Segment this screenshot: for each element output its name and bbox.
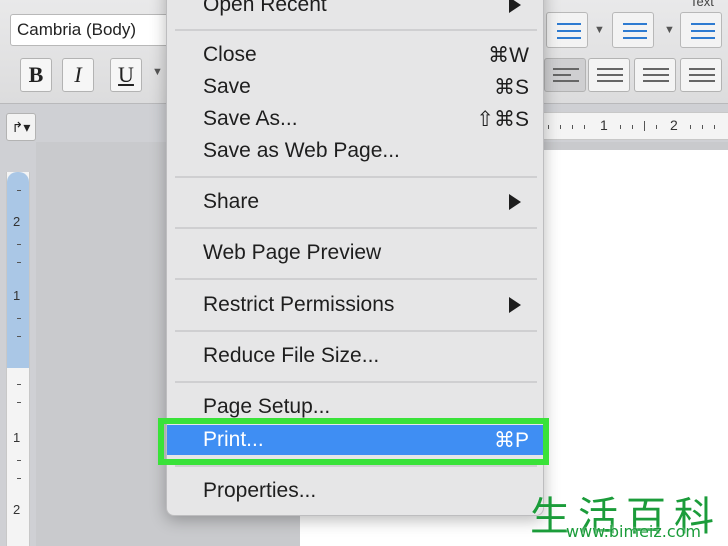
shortcut-label: ⌘W <box>488 44 529 67</box>
ruler-number: 2 <box>13 214 21 229</box>
align-right-button[interactable] <box>634 58 676 92</box>
menu-item-save-as[interactable]: Save As... ⇧⌘S <box>167 104 543 134</box>
menu-separator <box>175 176 537 178</box>
menu-separator <box>175 278 537 280</box>
bold-button[interactable]: B <box>20 58 52 92</box>
horizontal-ruler[interactable]: 1 2 <box>540 112 728 140</box>
submenu-arrow-icon <box>509 297 521 313</box>
menu-separator <box>175 29 537 31</box>
ruler-number: 1 <box>600 117 608 133</box>
multilevel-list-button[interactable] <box>680 12 722 48</box>
menu-separator <box>175 465 537 467</box>
bullets-button[interactable] <box>546 12 588 48</box>
watermark-url: www.bimeiz.com <box>566 522 702 541</box>
chevron-down-icon[interactable]: ▼ <box>152 66 163 78</box>
justify-button[interactable] <box>680 58 722 92</box>
italic-button[interactable]: I <box>62 58 94 92</box>
align-left-button[interactable] <box>544 58 586 92</box>
menu-item-share[interactable]: Share <box>167 187 543 217</box>
menu-item-save-as-web-page[interactable]: Save as Web Page... <box>167 136 543 166</box>
shortcut-label: ⌘S <box>493 76 529 99</box>
chevron-down-icon[interactable]: ▼ <box>664 24 675 36</box>
menu-item-properties[interactable]: Properties... <box>167 476 543 506</box>
menu-item-reduce-file-size[interactable]: Reduce File Size... <box>167 341 543 371</box>
menu-item-restrict-permissions[interactable]: Restrict Permissions <box>167 290 543 320</box>
menu-item-open-recent[interactable]: Open Recent <box>167 0 543 20</box>
menu-item-web-page-preview[interactable]: Web Page Preview <box>167 238 543 268</box>
underline-button[interactable]: U <box>110 58 142 92</box>
numbering-button[interactable] <box>612 12 654 48</box>
align-center-button[interactable] <box>588 58 630 92</box>
menu-item-save[interactable]: Save ⌘S <box>167 72 543 102</box>
menu-item-close[interactable]: Close ⌘W <box>167 40 543 70</box>
ruler-number: 1 <box>13 430 21 445</box>
ruler-number: 2 <box>670 117 678 133</box>
styles-label: Text <box>690 0 714 9</box>
ruler-number: 2 <box>13 502 21 517</box>
submenu-arrow-icon <box>509 0 521 13</box>
shortcut-label: ⇧⌘S <box>476 108 529 131</box>
tab-stop-selector[interactable]: ↱▾ <box>6 113 36 141</box>
watermark-logo: 生活百科 www.bimeiz.com <box>526 488 724 544</box>
submenu-arrow-icon <box>509 194 521 210</box>
vertical-ruler[interactable]: 2 1 1 2 <box>6 172 30 546</box>
ruler-margin-area <box>7 172 29 368</box>
chevron-down-icon[interactable]: ▼ <box>594 24 605 36</box>
menu-separator <box>175 227 537 229</box>
ruler-number: 1 <box>13 288 21 303</box>
highlight-outline <box>158 418 549 465</box>
font-name-dropdown[interactable]: Cambria (Body) <box>10 14 170 46</box>
menu-separator <box>175 330 537 332</box>
menu-separator <box>175 381 537 383</box>
